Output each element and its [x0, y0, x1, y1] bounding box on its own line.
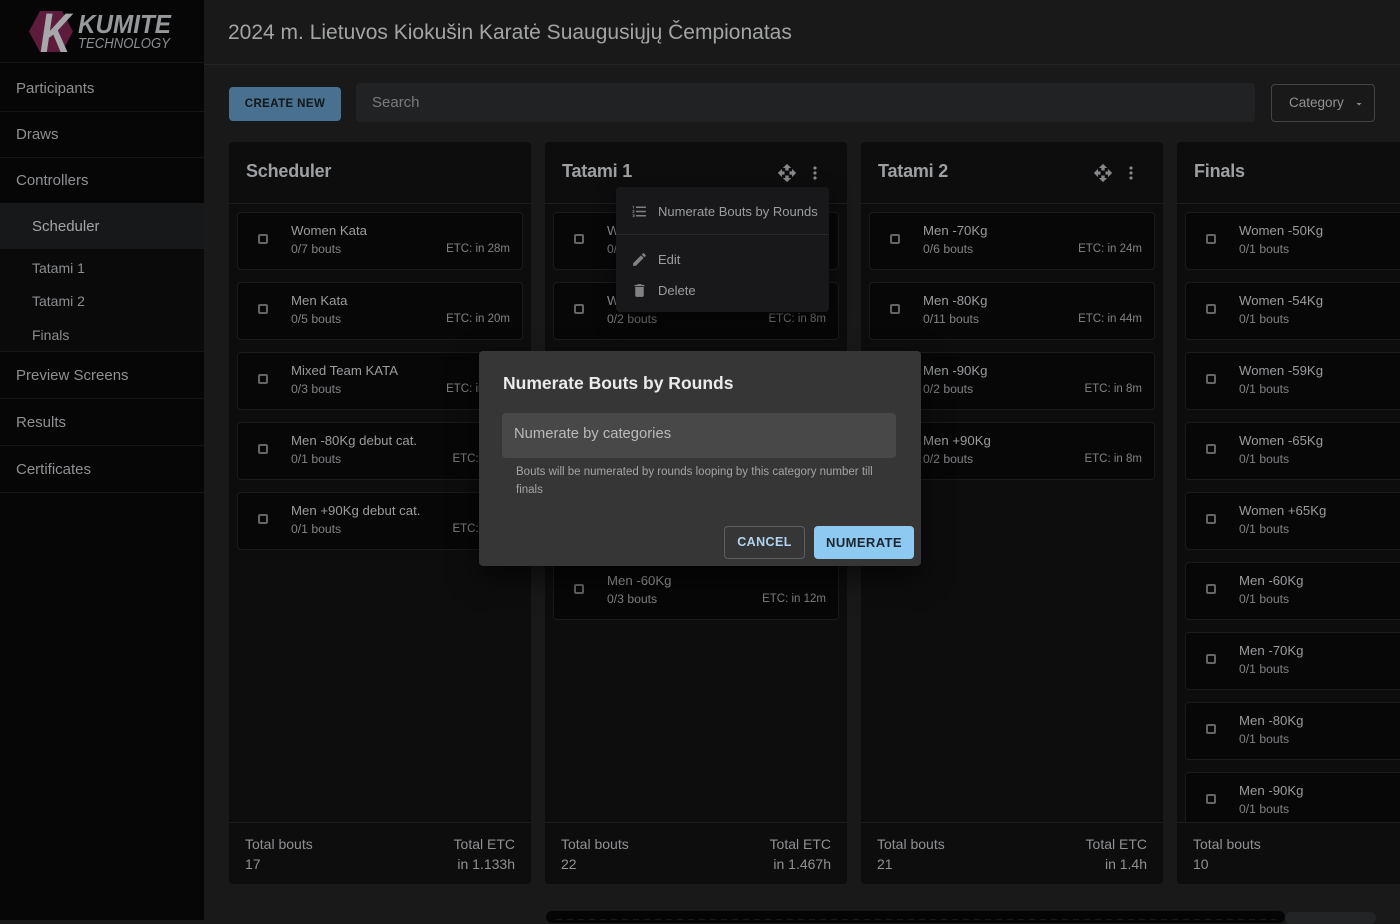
svg-text:TECHNOLOGY: TECHNOLOGY: [78, 36, 171, 52]
svg-text:KUMITE: KUMITE: [78, 10, 172, 39]
svg-text:K: K: [40, 10, 73, 56]
